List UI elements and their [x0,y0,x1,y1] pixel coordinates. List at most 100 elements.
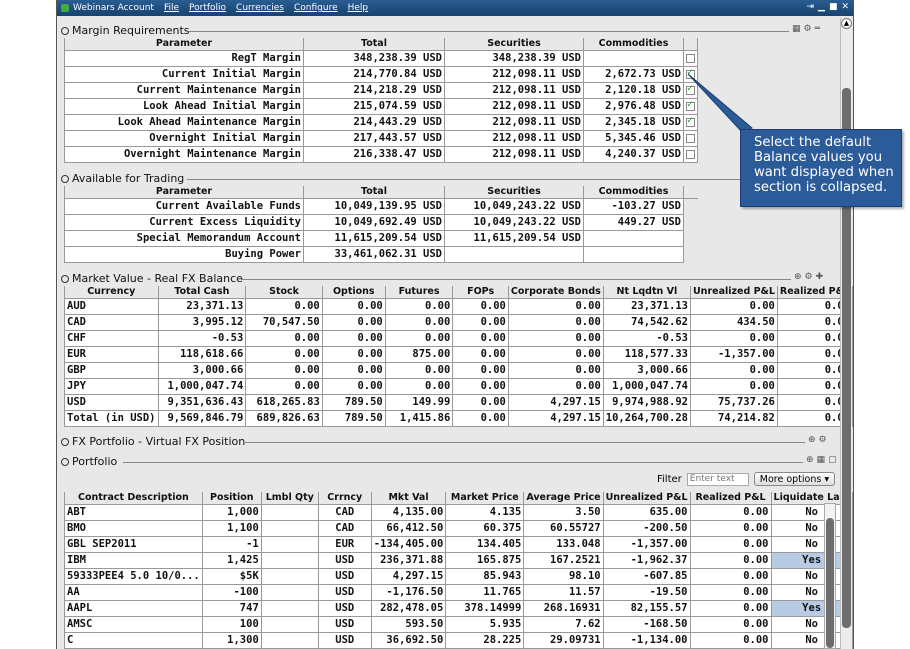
settings-icon[interactable]: ⚙ [804,24,812,34]
portfolio-section-header[interactable]: Portfolio [61,455,117,468]
table-cell: 9,974,988.92 [602,393,691,411]
column-header[interactable]: Unrealized P&L [689,286,778,299]
column-header[interactable]: Futures [384,286,454,299]
minimize-icon[interactable]: ▁ [818,2,825,12]
currency-icon[interactable]: ⊕ [794,272,802,282]
column-header[interactable]: Mkt Val [370,492,447,505]
table-row[interactable]: ABT 1,000 CAD 4,135.00 4.135 3.50 635.00 0.00 No [64,503,853,521]
close-icon[interactable]: ✕ [841,2,849,12]
collapse-icon[interactable] [61,457,69,466]
more-options-button[interactable]: More options ▾ [753,472,836,486]
currency-icon[interactable]: ⊕ [808,435,816,445]
show-when-collapsed-checkbox[interactable] [686,149,695,159]
maximize-icon[interactable]: ■ [829,2,838,12]
table-cell: 0.00 [245,329,323,347]
column-header[interactable]: Corporate Bonds [507,286,604,299]
column-header[interactable]: Stock [245,286,323,299]
menu-portfolio[interactable]: Portfolio [189,3,226,13]
column-header[interactable]: Nt Lqdtn Vl [602,286,691,299]
add-icon[interactable]: ✚ [816,272,824,282]
table-cell: 0.00 [507,329,604,347]
table-cell: GBL SEP2011 [64,535,203,553]
calculator-icon[interactable]: ▦ [817,455,826,465]
cell-total: 214,770.84 USD [303,65,445,83]
table-cell: 378.14999 [445,599,525,617]
table-cell: 0.00 [452,329,509,347]
collapse-icon[interactable] [61,174,69,183]
column-header[interactable]: Total Cash [157,286,247,299]
column-header[interactable]: Lmbl Qty [260,492,319,505]
window-icon[interactable]: ▢ [828,455,837,465]
col-check [683,186,698,199]
column-header[interactable]: Average Price [523,492,604,505]
portfolio-scrollbar[interactable] [824,503,836,649]
menu-file[interactable]: File [164,3,179,13]
table-cell: 0.00 [452,345,509,363]
expand-icon[interactable] [61,437,69,446]
currency-icon[interactable]: ⊕ [806,455,814,465]
cell-securities [444,245,584,263]
table-cell: USD [317,567,372,585]
table-cell: C [64,631,203,649]
column-header[interactable]: Crrncy [317,492,372,505]
available-section-header[interactable]: Available for Trading [61,172,184,185]
filter-input[interactable] [686,472,749,486]
show-when-collapsed-checkbox[interactable] [686,53,695,63]
table-cell: 4,297.15 [507,393,604,411]
calculator-icon[interactable]: ▦ [792,24,801,34]
column-header[interactable]: Market Price [445,492,525,505]
pin-icon[interactable]: ⇥ [806,2,814,12]
settings-icon[interactable]: ⚙ [805,272,813,282]
table-row[interactable]: IBM 1,425 USD 236,371.88 165.875 167.2521 -1,9… [64,551,853,569]
column-header[interactable]: Contract Description [64,492,203,505]
table-row[interactable]: AMSC 100 USD 593.50 5.935 7.62 -168.50 0.00 No [64,615,853,633]
column-header[interactable]: Options [321,286,386,299]
table-cell: 268.16931 [523,599,604,617]
available-section-title: Available for Trading [72,172,185,185]
col-commodities: Commodities [583,186,684,199]
table-cell: 0.00 [384,361,454,379]
table-row: CAD 3,995.12 70,547.50 0.00 0.00 0.00 0.00 74,5… [64,313,854,331]
table-row[interactable]: AA -100 USD -1,176.50 11.765 11.57 -19.50 0.00 N… [64,583,853,601]
table-cell: CAD [317,519,372,537]
table-cell: 3.50 [523,503,604,521]
scroll-up-icon[interactable]: ▲ [841,18,852,29]
table-cell: AA [64,583,203,601]
market-section-header[interactable]: Market Value - Real FX Balance [61,272,243,285]
column-header[interactable]: Realized P&L [689,492,772,505]
fx-section-header[interactable]: FX Portfolio - Virtual FX Position [61,435,245,448]
collapse-icon[interactable]: ═ [815,24,820,34]
main-scrollbar[interactable]: ▲ [840,18,852,649]
table-row: JPY 1,000,047.74 0.00 0.00 0.00 0.00 0.00 1,000… [64,377,854,395]
table-cell [260,631,319,649]
col-total: Total [303,186,445,199]
table-cell: 165.875 [445,551,525,569]
column-header[interactable]: FOPs [452,286,509,299]
table-cell: 118,577.33 [602,345,691,363]
collapse-icon[interactable] [61,26,69,35]
window-controls: ⇥ ▁ ■ ✕ [806,2,849,12]
menu-currencies[interactable]: Currencies [236,3,284,13]
table-row[interactable]: BMO 1,100 CAD 66,412.50 60.375 60.55727 -200.5… [64,519,853,537]
cell-parameter: Buying Power [64,245,304,263]
settings-icon[interactable]: ⚙ [819,435,827,445]
table-row[interactable]: GBL SEP2011 -1 EUR -134,405.00 134.405 133.04… [64,535,853,553]
divider [241,279,791,280]
cell-parameter: Look Ahead Maintenance Margin [64,113,304,131]
menu-help[interactable]: Help [348,3,369,13]
table-cell: 0.00 [384,313,454,331]
table-cell: 0.00 [321,297,386,315]
margin-section-header[interactable]: Margin Requirements [61,24,190,37]
column-header[interactable]: Position [201,492,262,505]
scroll-thumb[interactable] [826,518,834,648]
collapse-icon[interactable] [61,274,69,283]
app-icon [61,4,69,12]
title-bar: Webinars Account File Portfolio Currenci… [57,0,853,16]
menu-configure[interactable]: Configure [294,3,338,13]
table-row[interactable]: 59333PEE4 5.0 10/0... $5K USD 4,297.15 85.94… [64,567,853,585]
column-header[interactable]: Currency [64,286,159,299]
table-row[interactable]: AAPL 747 USD 282,478.05 378.14999 268.16931 82… [64,599,853,617]
table-cell: USD [317,551,372,569]
table-row[interactable]: C 1,300 USD 36,692.50 28.225 29.09731 -1,134.0… [64,631,853,649]
column-header[interactable]: Unrealized P&L [602,492,691,505]
